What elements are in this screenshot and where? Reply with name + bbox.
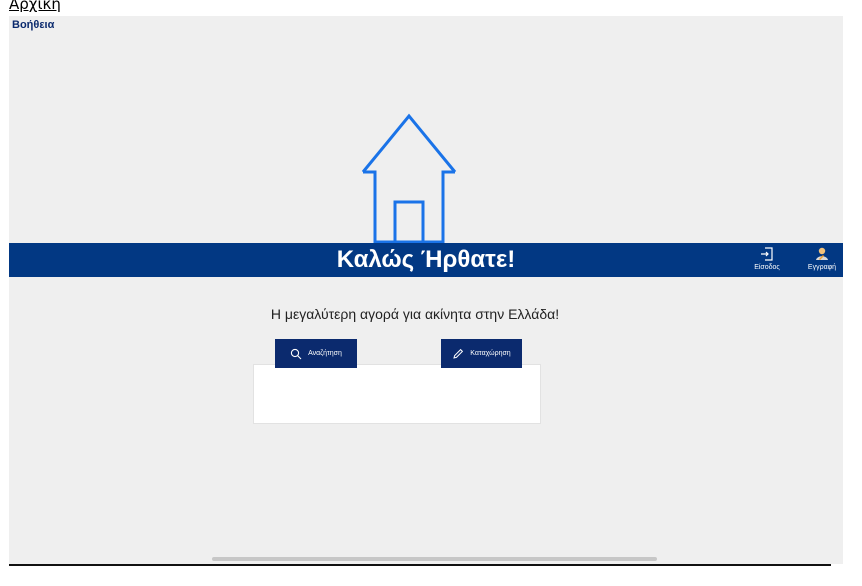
home-link[interactable]: Αρχική: [9, 0, 61, 14]
listing-button-label: Καταχώρηση: [470, 350, 511, 357]
house-icon: [361, 113, 457, 244]
listing-button[interactable]: Καταχώρηση: [441, 339, 522, 368]
login-label: Είσοδος: [754, 264, 780, 271]
app-viewport: Βοήθεια Καλώς Ήρθατε! Είσοδος Εγγραφή Η …: [9, 16, 843, 564]
register-label: Εγγραφή: [807, 264, 837, 271]
horizontal-scrollbar[interactable]: [212, 557, 657, 561]
search-icon: [290, 348, 302, 359]
tagline: Η μεγαλύτερη αγορά για ακίνητα στην Ελλά…: [270, 306, 560, 322]
action-panel: [253, 364, 541, 424]
search-button-label: Αναζήτηση: [308, 350, 342, 357]
user-icon: [816, 247, 828, 260]
login-button[interactable]: Είσοδος: [747, 245, 787, 275]
pencil-icon: [453, 348, 464, 359]
welcome-banner: Καλώς Ήρθατε! Είσοδος Εγγραφή: [9, 243, 843, 277]
help-link[interactable]: Βοήθεια: [12, 18, 54, 32]
login-icon: [761, 247, 773, 261]
register-button[interactable]: Εγγραφή: [802, 245, 842, 275]
bottom-divider: [9, 564, 831, 566]
search-button[interactable]: Αναζήτηση: [275, 339, 357, 368]
banner-title: Καλώς Ήρθατε!: [336, 246, 516, 273]
